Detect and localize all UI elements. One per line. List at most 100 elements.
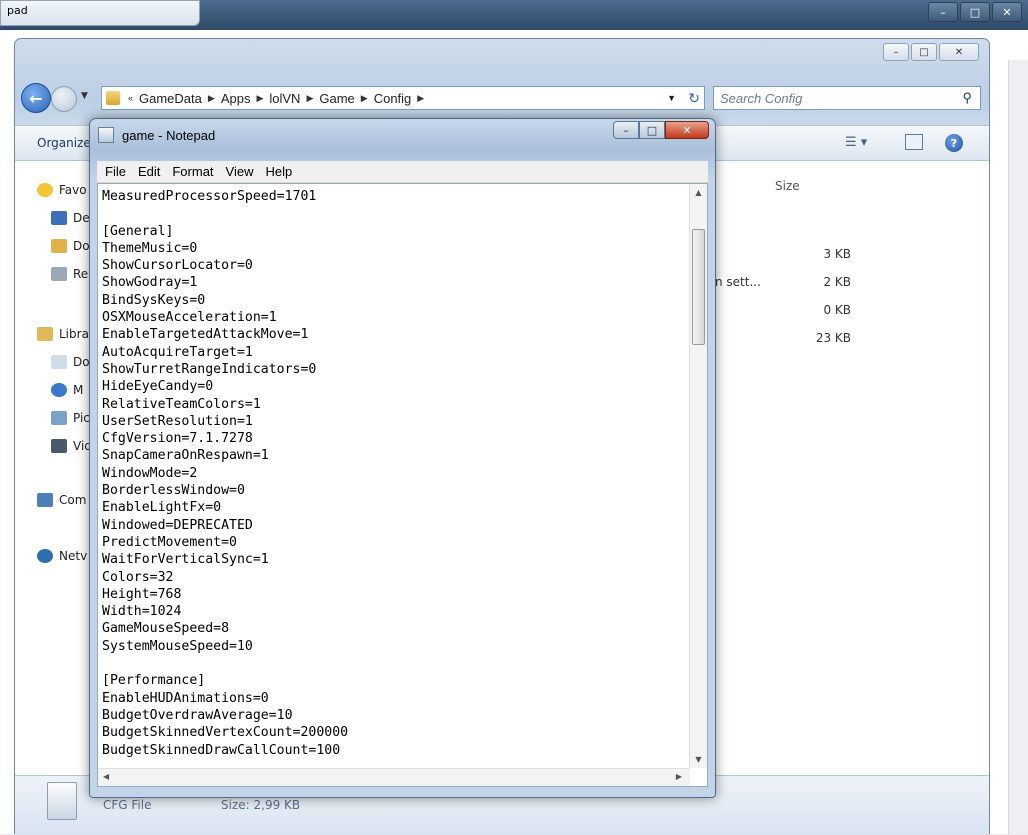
text-line: PredictMovement=0 bbox=[102, 534, 237, 550]
nav-item-videos[interactable]: Vid bbox=[51, 439, 92, 453]
breadcrumb-separator-icon[interactable]: ▶ bbox=[208, 93, 215, 104]
nav-item-computer[interactable]: Com bbox=[37, 493, 86, 507]
menu-format[interactable]: Format bbox=[172, 164, 213, 179]
refresh-icon[interactable]: ↻ bbox=[688, 90, 700, 107]
scroll-up-icon[interactable]: ▲ bbox=[690, 184, 707, 201]
notepad-maximize-button[interactable]: □ bbox=[639, 121, 665, 139]
views-icon[interactable]: ☰ ▾ bbox=[845, 135, 867, 150]
breadcrumb-separator-icon[interactable]: ▶ bbox=[306, 93, 313, 104]
file-row[interactable]: n sett... 2 KB bbox=[695, 271, 855, 293]
text-line: ThemeMusic=0 bbox=[102, 240, 198, 256]
nav-item-libraries[interactable]: Libra bbox=[37, 327, 89, 341]
notepad-window-controls: – □ ✕ bbox=[613, 121, 709, 139]
explorer-maximize-button[interactable]: □ bbox=[911, 43, 937, 61]
notepad-text-area[interactable]: MeasuredProcessorSpeed=1701 [General] The… bbox=[97, 183, 708, 787]
desktop-icon bbox=[51, 211, 67, 225]
explorer-minimize-button[interactable]: – bbox=[883, 43, 909, 61]
notepad-content[interactable]: MeasuredProcessorSpeed=1701 [General] The… bbox=[102, 188, 682, 766]
organize-button[interactable]: Organize bbox=[37, 136, 91, 150]
text-line: Width=1024 bbox=[102, 604, 182, 620]
network-icon bbox=[37, 549, 53, 563]
notepad-window: game - Notepad – □ ✕ File Edit Format Vi… bbox=[89, 118, 716, 798]
browser-tab[interactable]: pad bbox=[0, 0, 200, 26]
scroll-down-icon[interactable]: ▼ bbox=[690, 751, 707, 768]
breadcrumb-overflow-icon[interactable]: « bbox=[128, 93, 133, 103]
nav-item-downloads[interactable]: Do bbox=[51, 239, 90, 253]
address-dropdown-icon[interactable]: ▼ bbox=[667, 93, 676, 103]
computer-icon bbox=[37, 493, 53, 507]
notepad-minimize-button[interactable]: – bbox=[613, 121, 639, 139]
explorer-window-controls: – □ ✕ bbox=[883, 43, 979, 61]
file-row[interactable]: 23 KB bbox=[695, 327, 855, 349]
navigation-bar: ← ▼ « GameData ▶ Apps ▶ lolVN ▶ Game ▶ Confi… bbox=[21, 83, 981, 113]
browser-scrollbar[interactable] bbox=[1008, 60, 1028, 834]
nav-item-network[interactable]: Netv bbox=[37, 549, 87, 563]
text-line: ShowGodray=1 bbox=[102, 275, 198, 291]
file-row[interactable]: 3 KB bbox=[695, 243, 855, 265]
browser-minimize-button[interactable]: – bbox=[928, 2, 958, 22]
nav-item-desktop[interactable]: De bbox=[51, 211, 90, 225]
text-line: BudgetSkinnedVertexCount=200000 bbox=[102, 725, 349, 741]
help-icon[interactable]: ? bbox=[945, 134, 963, 152]
back-button[interactable]: ← bbox=[21, 83, 51, 113]
text-line: EnableLightFx=0 bbox=[102, 500, 222, 516]
nav-item-pictures[interactable]: Pic bbox=[51, 411, 90, 425]
browser-close-button[interactable]: ✕ bbox=[992, 2, 1022, 22]
text-line: Windowed=DEPRECATED bbox=[102, 517, 253, 533]
explorer-close-button[interactable]: ✕ bbox=[939, 43, 979, 61]
text-line bbox=[102, 655, 682, 672]
notepad-close-button[interactable]: ✕ bbox=[665, 121, 709, 139]
libraries-icon bbox=[37, 327, 53, 341]
menu-edit[interactable]: Edit bbox=[138, 164, 160, 179]
column-header-size[interactable]: Size bbox=[775, 179, 800, 193]
file-row[interactable]: 0 KB bbox=[695, 299, 855, 321]
horizontal-scrollbar[interactable]: ◀ ▶ bbox=[98, 768, 690, 786]
breadcrumb-item[interactable]: Config bbox=[374, 91, 412, 106]
nav-item-recent[interactable]: Re bbox=[51, 267, 88, 281]
text-line bbox=[102, 205, 682, 222]
vertical-scrollbar[interactable]: ▲ ▼ bbox=[689, 184, 707, 768]
breadcrumb-separator-icon[interactable]: ▶ bbox=[417, 93, 424, 104]
star-icon bbox=[37, 183, 53, 197]
nav-item-favorites[interactable]: Favo bbox=[37, 183, 87, 197]
text-line: RelativeTeamColors=1 bbox=[102, 396, 261, 412]
notepad-titlebar[interactable]: game - Notepad bbox=[98, 127, 215, 143]
text-line: EnableTargetedAttackMove=1 bbox=[102, 327, 309, 343]
nav-item-music[interactable]: M bbox=[51, 383, 83, 397]
menu-view[interactable]: View bbox=[226, 164, 254, 179]
preview-pane-icon[interactable] bbox=[905, 134, 923, 150]
browser-window-controls: – □ ✕ bbox=[928, 2, 1022, 22]
browser-maximize-button[interactable]: □ bbox=[960, 2, 990, 22]
nav-item-documents[interactable]: Do bbox=[51, 355, 90, 369]
text-line: GameMouseSpeed=8 bbox=[102, 621, 230, 637]
recent-pages-dropdown-icon[interactable]: ▼ bbox=[81, 91, 88, 101]
scroll-left-icon[interactable]: ◀ bbox=[103, 772, 109, 781]
menu-help[interactable]: Help bbox=[265, 164, 292, 179]
breadcrumb-item[interactable]: Game bbox=[319, 91, 354, 106]
text-line: Colors=32 bbox=[102, 569, 174, 585]
breadcrumb-item[interactable]: GameData bbox=[139, 91, 202, 106]
cfg-file-icon bbox=[47, 782, 77, 820]
text-line: [Performance] bbox=[102, 673, 206, 689]
nav-item-label: De bbox=[73, 211, 90, 225]
scroll-thumb[interactable] bbox=[692, 229, 705, 345]
breadcrumb-separator-icon[interactable]: ▶ bbox=[361, 93, 368, 104]
breadcrumb-item[interactable]: Apps bbox=[221, 91, 251, 106]
search-icon[interactable]: ⚲ bbox=[962, 90, 972, 106]
forward-button[interactable] bbox=[51, 86, 77, 112]
scroll-right-icon[interactable]: ▶ bbox=[676, 772, 682, 781]
downloads-icon bbox=[51, 239, 67, 253]
menu-file[interactable]: File bbox=[105, 164, 126, 179]
details-file-type: CFG File bbox=[103, 798, 152, 812]
breadcrumb-separator-icon[interactable]: ▶ bbox=[256, 93, 263, 104]
search-input[interactable]: Search Config ⚲ bbox=[713, 86, 981, 110]
file-list: Size 3 KB n sett... 2 KB 0 KB 23 KB bbox=[695, 161, 975, 421]
text-line: CfgVersion=7.1.7278 bbox=[102, 431, 253, 447]
nav-item-label: Do bbox=[73, 239, 90, 253]
nav-item-label: Re bbox=[73, 267, 89, 281]
address-bar[interactable]: « GameData ▶ Apps ▶ lolVN ▶ Game ▶ Config ▶ ▼… bbox=[101, 86, 705, 110]
text-line: BorderlessWindow=0 bbox=[102, 483, 245, 499]
nav-item-label: Favo bbox=[59, 183, 87, 197]
breadcrumb-item[interactable]: lolVN bbox=[269, 91, 300, 106]
videos-icon bbox=[51, 439, 67, 453]
